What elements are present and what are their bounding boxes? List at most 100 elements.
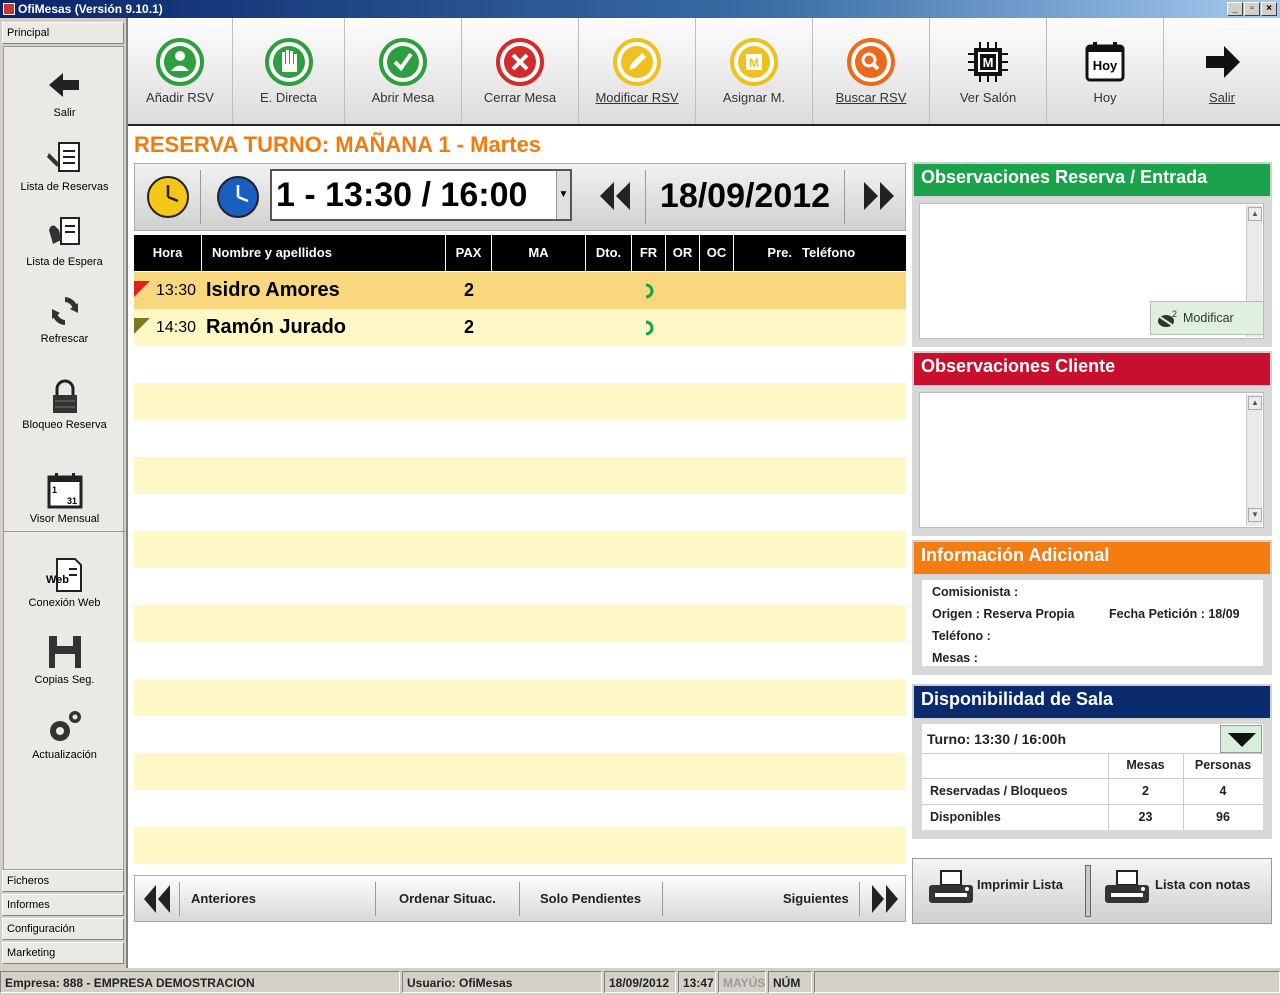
status-bar: Empresa: 888 - EMPRESA DEMOSTRACION Usua… bbox=[0, 968, 1280, 995]
empty-row bbox=[134, 383, 906, 420]
modify-reservation-button[interactable]: Modificar RSV bbox=[579, 18, 696, 124]
sidebar-item-lista-espera[interactable]: Lista de Espera bbox=[4, 214, 125, 268]
modify-observations-button[interactable]: 2 Modificar bbox=[1150, 301, 1264, 335]
previous-day-icon[interactable] bbox=[598, 180, 632, 212]
assign-table-button[interactable]: M Asignar M. bbox=[696, 18, 813, 124]
close-button[interactable]: × bbox=[1261, 2, 1277, 16]
clock-icon[interactable] bbox=[146, 175, 190, 219]
sidebar-item-copias[interactable]: Copias Seg. bbox=[4, 632, 125, 686]
close-table-button[interactable]: Cerrar Mesa bbox=[462, 18, 579, 124]
column-header-oc[interactable]: OC bbox=[700, 235, 734, 271]
chip-icon: M bbox=[730, 38, 778, 86]
pencil-icon bbox=[613, 38, 661, 86]
status-hora: 13:47 bbox=[678, 971, 716, 993]
svg-text:Web: Web bbox=[46, 574, 69, 586]
dispo-dropdown-button[interactable] bbox=[1220, 725, 1262, 753]
sidebar-item-actualizacion[interactable]: Actualización bbox=[4, 707, 125, 761]
dispo-box: Turno: 13:30 / 16:00h Mesas Personas Res… bbox=[922, 724, 1263, 830]
search-reservation-button[interactable]: Buscar RSV bbox=[813, 18, 930, 124]
svg-text:Hoy: Hoy bbox=[1093, 58, 1118, 73]
column-header-nombre[interactable]: Nombre y apellidos bbox=[202, 235, 446, 271]
next-day-icon[interactable] bbox=[862, 180, 896, 212]
nav-separator bbox=[662, 882, 663, 916]
column-header-pax[interactable]: PAX bbox=[446, 235, 492, 271]
column-header-hora[interactable]: Hora bbox=[134, 235, 202, 271]
column-header-telefono[interactable]: Teléfono bbox=[802, 235, 906, 271]
scroll-up-icon[interactable]: ▲ bbox=[1248, 207, 1262, 221]
column-header-or[interactable]: OR bbox=[666, 235, 700, 271]
print-divider bbox=[1085, 865, 1091, 917]
scrollbar[interactable]: ▲ ▼ bbox=[1246, 394, 1262, 526]
scroll-up-icon[interactable]: ▲ bbox=[1248, 396, 1262, 410]
sidebar-tab-configuracion[interactable]: Configuración bbox=[2, 918, 124, 940]
row-pax: 2 bbox=[463, 317, 474, 337]
print-list-button[interactable]: Imprimir Lista bbox=[915, 861, 1085, 921]
column-header-ma[interactable]: MA bbox=[492, 235, 586, 271]
print-list-notes-button[interactable]: Lista con notas bbox=[1093, 861, 1269, 921]
direct-entry-button[interactable]: E. Directa bbox=[233, 18, 345, 124]
sidebar-item-label: Refrescar bbox=[40, 333, 89, 345]
chevron-down-icon[interactable]: ▼ bbox=[556, 171, 570, 219]
empty-row bbox=[134, 790, 906, 827]
previous-page-button[interactable]: Anteriores bbox=[191, 876, 256, 921]
empty-row bbox=[134, 420, 906, 457]
table-row[interactable]: 14:30 Ramón Jurado 2 bbox=[134, 309, 906, 346]
printer-icon bbox=[1105, 870, 1149, 903]
exit-button[interactable]: Salir bbox=[1164, 18, 1280, 124]
arrow-right-icon bbox=[1206, 46, 1240, 78]
column-header-pre[interactable]: Pre. bbox=[734, 235, 796, 271]
sidebar-tab-marketing[interactable]: Marketing bbox=[2, 942, 124, 964]
toolbar-separator bbox=[844, 170, 845, 224]
dispo-title: Disponibilidad de Sala bbox=[912, 684, 1272, 720]
dispo-row-mesas: 2 bbox=[1142, 784, 1149, 798]
column-header-fr[interactable]: FR bbox=[632, 235, 666, 271]
sidebar-item-conexion-web[interactable]: Web Conexión Web bbox=[4, 555, 125, 609]
nav-separator bbox=[519, 882, 520, 916]
svg-text:2: 2 bbox=[1172, 309, 1177, 319]
toolbar-label: Añadir RSV bbox=[146, 90, 214, 105]
check-icon bbox=[379, 38, 427, 86]
sidebar-tab-ficheros[interactable]: Ficheros bbox=[2, 870, 124, 892]
dispo-col-personas: Personas bbox=[1194, 758, 1252, 772]
sidebar-item-visor-mensual[interactable]: 1 31 Visor Mensual bbox=[4, 471, 125, 525]
sort-by-status-button[interactable]: Ordenar Situac. bbox=[399, 876, 496, 921]
sidebar-item-label: Bloqueo Reserva bbox=[22, 419, 107, 431]
sidebar-tab-principal[interactable]: Principal bbox=[2, 22, 124, 44]
toolbar: Añadir RSV E. Directa Abrir Mesa Cerrar … bbox=[128, 18, 1280, 126]
today-button[interactable]: Hoy Hoy bbox=[1047, 18, 1164, 124]
restore-button[interactable]: ▫ bbox=[1244, 2, 1260, 16]
dispo-turno: Turno: 13:30 / 16:00h bbox=[927, 731, 1067, 747]
view-room-button[interactable]: M Ver Salón bbox=[930, 18, 1047, 124]
clock-blue-icon[interactable] bbox=[216, 175, 260, 219]
list-icon bbox=[46, 142, 80, 172]
open-table-button[interactable]: Abrir Mesa bbox=[345, 18, 462, 124]
only-pending-button[interactable]: Solo Pendientes bbox=[540, 876, 641, 921]
previous-page-icon[interactable] bbox=[143, 883, 171, 915]
svg-text:31: 31 bbox=[67, 496, 77, 506]
add-reservation-button[interactable]: Añadir RSV bbox=[128, 18, 233, 124]
edit-bug-icon: 2 bbox=[1158, 309, 1177, 327]
obs-cliente-textarea[interactable] bbox=[919, 392, 1264, 528]
sidebar-item-lista-reservas[interactable]: Lista de Reservas bbox=[4, 139, 125, 193]
toolbar-label: Modificar RSV bbox=[595, 90, 679, 105]
web-doc-icon: Web bbox=[46, 558, 82, 592]
sidebar-item-label: Conexión Web bbox=[28, 597, 101, 609]
empty-row bbox=[134, 716, 906, 753]
scroll-down-icon[interactable]: ▼ bbox=[1248, 508, 1262, 522]
sidebar-item-salir[interactable]: Salir bbox=[4, 65, 125, 119]
toolbar-label: Ver Salón bbox=[959, 90, 1017, 105]
sidebar-item-refrescar[interactable]: Refrescar bbox=[4, 291, 125, 345]
next-page-button[interactable]: Siguientes bbox=[783, 876, 849, 921]
sidebar-item-label: Lista de Espera bbox=[26, 256, 103, 268]
sidebar-item-bloqueo[interactable]: Bloqueo Reserva bbox=[4, 377, 125, 431]
x-icon bbox=[496, 38, 544, 86]
turn-select[interactable]: 1 - 13:30 / 16:00 bbox=[270, 169, 572, 221]
minimize-button[interactable]: _ bbox=[1227, 2, 1243, 16]
nav-separator bbox=[179, 882, 180, 916]
nav-separator bbox=[859, 882, 860, 916]
table-row[interactable]: 13:30 Isidro Amores 2 bbox=[134, 272, 906, 309]
column-header-dto[interactable]: Dto. bbox=[586, 235, 632, 271]
print-list-label: Imprimir Lista bbox=[977, 877, 1063, 892]
next-page-icon[interactable] bbox=[871, 883, 899, 915]
sidebar-tab-informes[interactable]: Informes bbox=[2, 894, 124, 916]
